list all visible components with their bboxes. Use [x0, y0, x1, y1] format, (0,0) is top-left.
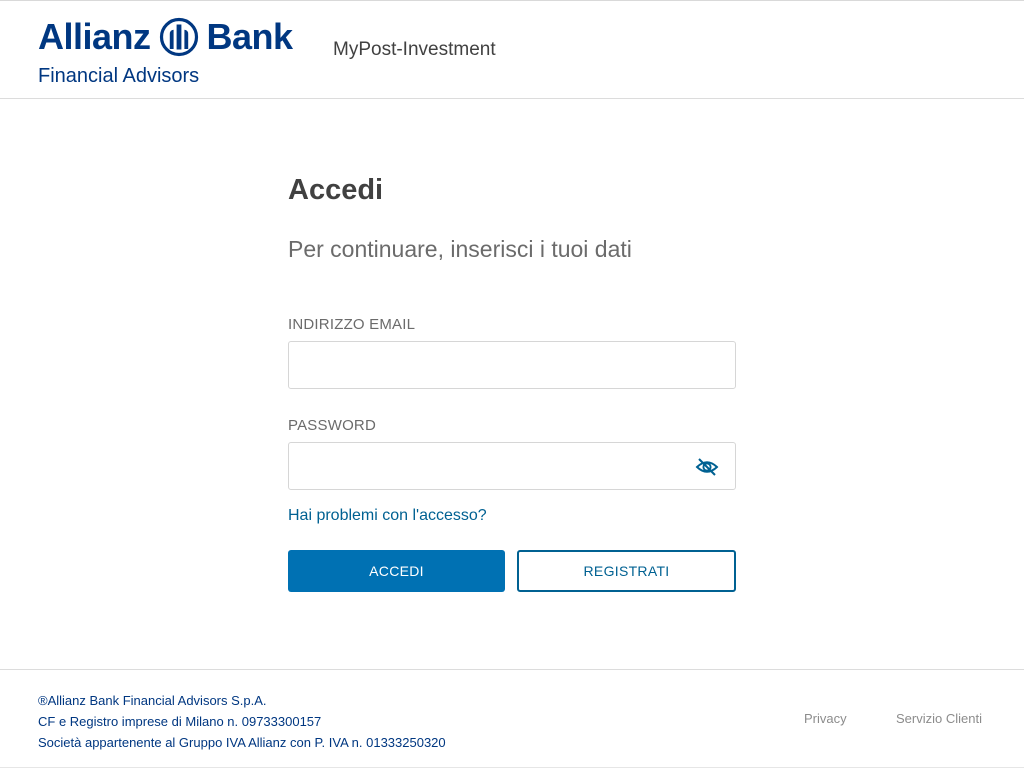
- allianz-bank-logo[interactable]: Allianz Bank Financial Advisors: [38, 15, 302, 87]
- customer-service-link[interactable]: Servizio Clienti: [896, 711, 982, 727]
- email-label: INDIRIZZO EMAIL: [288, 316, 416, 333]
- privacy-link[interactable]: Privacy: [804, 711, 847, 727]
- logo-word-allianz: Allianz: [38, 16, 151, 57]
- site-footer: ®Allianz Bank Financial Advisors S.p.A. …: [0, 669, 1024, 768]
- legal-line-registry: CF e Registro imprese di Milano n. 09733…: [38, 714, 322, 729]
- legal-line-vat: Società appartenente al Gruppo IVA Allia…: [38, 735, 446, 750]
- forgot-access-link[interactable]: Hai problemi con l'accesso?: [288, 506, 487, 526]
- password-field[interactable]: [289, 443, 735, 489]
- page-title: Accedi: [288, 174, 384, 206]
- login-button[interactable]: ACCEDI: [288, 550, 505, 592]
- register-button[interactable]: REGISTRATI: [517, 550, 736, 592]
- email-field[interactable]: [289, 342, 735, 388]
- site-header: Allianz Bank Financial Advisors MyPost-I…: [0, 1, 1024, 99]
- logo-subline: Financial Advisors: [38, 65, 200, 87]
- page-subtitle: Per continuare, inserisci i tuoi dati: [288, 236, 632, 262]
- legal-line-company: ®Allianz Bank Financial Advisors S.p.A.: [38, 693, 267, 708]
- password-label: PASSWORD: [288, 417, 376, 434]
- eye-slash-icon[interactable]: [695, 455, 719, 479]
- logo-wordmark: Allianz Bank: [38, 15, 293, 59]
- legal-info: ®Allianz Bank Financial Advisors S.p.A. …: [38, 690, 446, 753]
- logo-word-bank: Bank: [206, 16, 294, 57]
- login-panel: Accedi Per continuare, inserisci i tuoi …: [288, 99, 736, 669]
- app-name: MyPost-Investment: [333, 39, 496, 60]
- email-field-container: [288, 341, 736, 389]
- password-field-container: [288, 442, 736, 490]
- allianz-eagle-icon: [159, 17, 198, 57]
